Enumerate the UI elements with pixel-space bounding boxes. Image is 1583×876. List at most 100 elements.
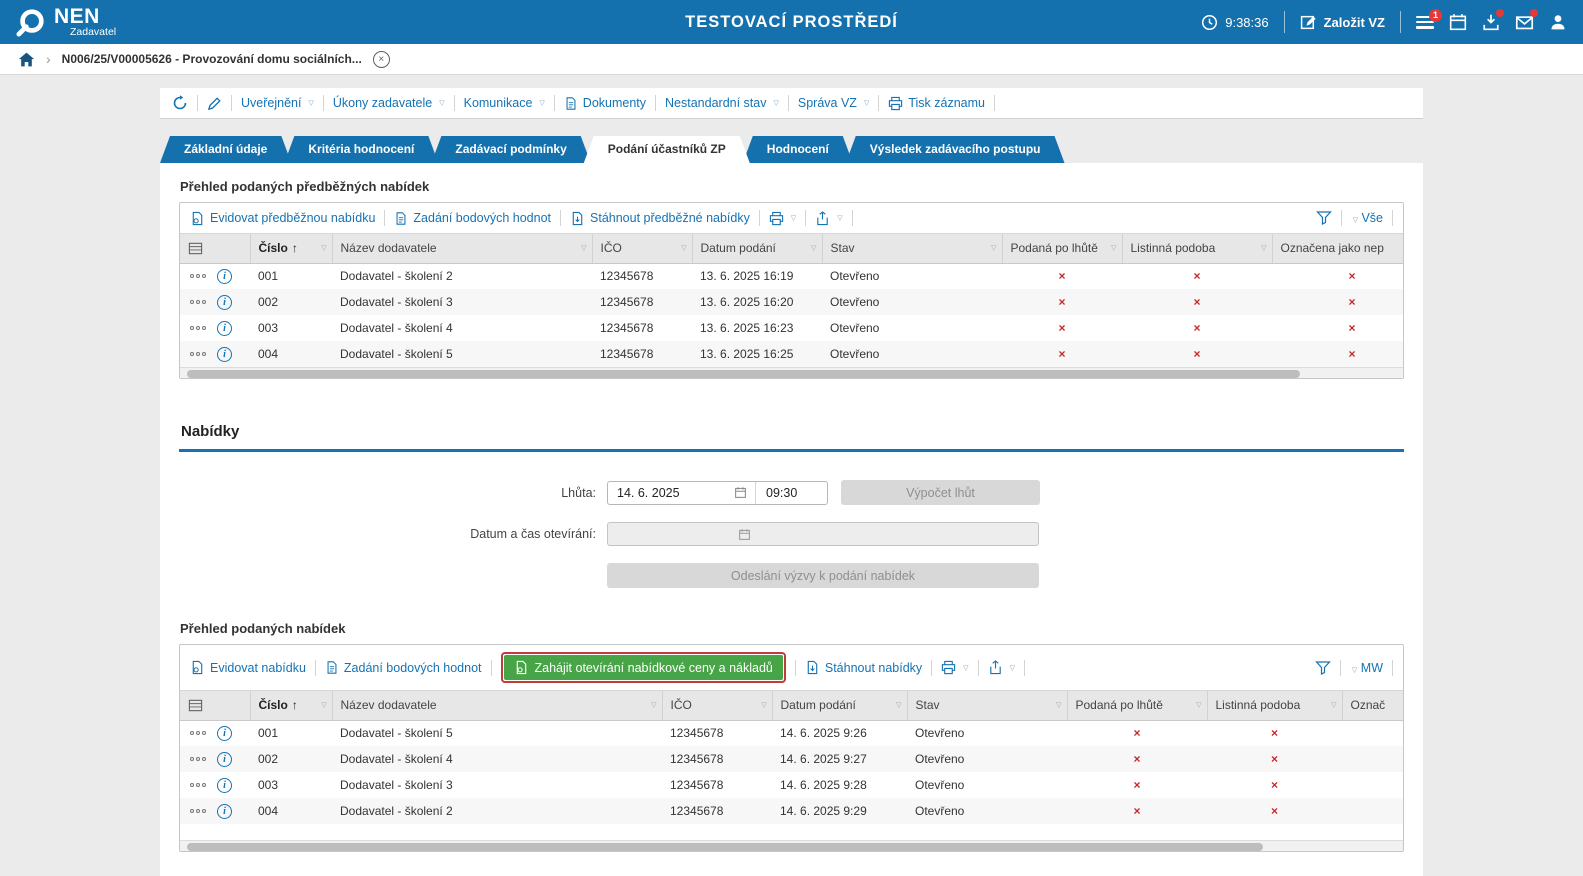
calculate-deadlines-button[interactable]: Výpočet lhůt xyxy=(841,480,1040,505)
enter-points-button[interactable]: Zadání bodových hodnot xyxy=(394,211,551,226)
column-header-oznacena[interactable]: Označ xyxy=(1341,691,1403,721)
filter-caret-icon[interactable]: ▽ xyxy=(651,701,656,709)
column-header-dodavatel[interactable]: Název dodavatele ▽ xyxy=(331,691,662,721)
table-row[interactable]: i 004 Dodavatel - školení 2 12345678 14.… xyxy=(180,798,1403,824)
tab-kriteria-hodnoceni[interactable]: Kritéria hodnocení xyxy=(284,136,438,163)
table-row[interactable]: i 003 Dodavatel - školení 4 12345678 13.… xyxy=(180,315,1403,341)
tab-vysledek-zadavaciho-postupu[interactable]: Výsledek zadávacího postupu xyxy=(846,136,1065,163)
tab-hodnoceni[interactable]: Hodnocení xyxy=(743,136,853,163)
column-header-ico[interactable]: IČO ▽ xyxy=(661,691,772,721)
table-row[interactable]: i 003 Dodavatel - školení 3 12345678 14.… xyxy=(180,772,1403,798)
info-icon[interactable]: i xyxy=(217,346,232,362)
print-grid-button[interactable]: ▽ xyxy=(941,660,969,675)
register-offer-button[interactable]: Evidovat nabídku xyxy=(190,660,306,675)
view-selector[interactable]: ▽ MW xyxy=(1350,661,1383,675)
column-header-oznacena[interactable]: Označena jako nep▽ xyxy=(1271,234,1403,264)
row-menu-icon[interactable] xyxy=(190,326,208,330)
menu-button[interactable]: 1 xyxy=(1416,8,1442,29)
menu-ukony-zadavatele[interactable]: Úkony zadavatele ▽ xyxy=(333,96,445,110)
table-row[interactable]: i 001 Dodavatel - školení 5 12345678 14.… xyxy=(180,720,1403,746)
info-icon[interactable]: i xyxy=(217,320,232,336)
home-button[interactable] xyxy=(18,51,35,68)
calendar-picker-icon[interactable] xyxy=(734,486,755,499)
row-menu-icon[interactable] xyxy=(190,809,208,813)
table-row[interactable]: i 002 Dodavatel - školení 3 12345678 13.… xyxy=(180,289,1403,315)
column-header-po-lhute[interactable]: Podaná po lhůtě ▽ xyxy=(1001,234,1122,264)
filter-caret-icon[interactable]: ▽ xyxy=(1111,244,1116,252)
column-header-stav[interactable]: Stav ▽ xyxy=(821,234,1002,264)
row-menu-icon[interactable] xyxy=(190,352,208,356)
menu-uverejneni[interactable]: Uveřejnění ▽ xyxy=(241,96,314,110)
row-menu-icon[interactable] xyxy=(190,757,208,761)
tab-zadavaci-podminky[interactable]: Zadávací podmínky xyxy=(431,136,590,163)
filter-caret-icon[interactable]: ▽ xyxy=(991,244,996,252)
column-header-ico[interactable]: IČO ▽ xyxy=(591,234,692,264)
tab-zakladni-udaje[interactable]: Základní údaje xyxy=(160,136,291,163)
downloads-button[interactable] xyxy=(1482,9,1504,31)
breadcrumb-record[interactable]: N006/25/V00005626 - Provozování domu soc… xyxy=(62,52,362,66)
column-settings-header[interactable] xyxy=(180,234,250,264)
deadline-time-value[interactable]: 09:30 xyxy=(755,481,827,504)
calendar-button[interactable] xyxy=(1449,13,1467,31)
opening-datetime-input[interactable] xyxy=(607,522,1039,546)
column-header-dodavatel[interactable]: Název dodavatele ▽ xyxy=(331,234,592,264)
table-row[interactable]: i 004 Dodavatel - školení 5 12345678 13.… xyxy=(180,341,1403,367)
enter-points-button[interactable]: Zadání bodových hodnot xyxy=(325,660,482,675)
tab-podani-ucastniku-zp[interactable]: Podání účastníků ZP xyxy=(584,136,750,163)
info-icon[interactable]: i xyxy=(217,294,232,310)
column-header-cislo[interactable]: Číslo ↑ ▽ xyxy=(249,234,332,264)
print-grid-button[interactable]: ▽ xyxy=(769,211,796,226)
info-icon[interactable]: i xyxy=(217,751,232,767)
column-header-po-lhute[interactable]: Podaná po lhůtě ▽ xyxy=(1066,691,1207,721)
row-menu-icon[interactable] xyxy=(190,274,208,279)
filter-caret-icon[interactable]: ▽ xyxy=(1331,701,1336,709)
filter-caret-icon[interactable]: ▽ xyxy=(321,244,326,252)
column-header-listinna[interactable]: Listinná podoba ▽ xyxy=(1206,691,1342,721)
row-menu-icon[interactable] xyxy=(190,731,208,736)
menu-sprava-vz[interactable]: Správa VZ ▽ xyxy=(798,96,869,110)
send-call-for-offers-button[interactable]: Odeslání výzvy k podání nabídek xyxy=(607,563,1039,588)
info-icon[interactable]: i xyxy=(217,777,232,793)
print-record-button[interactable]: Tisk záznamu xyxy=(888,96,985,111)
calendar-picker-icon[interactable] xyxy=(738,528,751,541)
menu-dokumenty[interactable]: Dokumenty xyxy=(564,96,646,111)
info-icon[interactable]: i xyxy=(217,803,232,819)
edit-button[interactable] xyxy=(207,96,222,111)
column-header-listinna[interactable]: Listinná podoba ▽ xyxy=(1121,234,1272,264)
column-header-stav[interactable]: Stav ▽ xyxy=(906,691,1067,721)
menu-nestandardni-stav[interactable]: Nestandardní stav ▽ xyxy=(665,96,779,110)
horizontal-scrollbar[interactable] xyxy=(180,840,1403,851)
filter-caret-icon[interactable]: ▽ xyxy=(896,701,901,709)
table-row[interactable]: i 002 Dodavatel - školení 4 12345678 14.… xyxy=(180,746,1403,772)
download-offers-button[interactable]: Stáhnout nabídky xyxy=(805,660,922,675)
messages-button[interactable] xyxy=(1515,8,1538,32)
scrollbar-thumb[interactable] xyxy=(187,842,1264,851)
scrollbar-thumb[interactable] xyxy=(187,369,1300,378)
create-vz-button[interactable]: Založit VZ xyxy=(1300,14,1385,31)
filter-caret-icon[interactable]: ▽ xyxy=(581,244,586,252)
row-menu-icon[interactable] xyxy=(190,783,208,787)
export-grid-button[interactable]: ▽ xyxy=(815,210,843,226)
view-selector[interactable]: ▽ Vše xyxy=(1351,211,1383,225)
table-row[interactable]: i 001 Dodavatel - školení 2 12345678 13.… xyxy=(180,263,1403,289)
filter-caret-icon[interactable]: ▽ xyxy=(761,701,766,709)
filter-caret-icon[interactable]: ▽ xyxy=(681,244,686,252)
deadline-date-value[interactable]: 14. 6. 2025 xyxy=(608,486,734,500)
start-opening-offers-button[interactable]: Zahájit otevírání nabídkové ceny a nákla… xyxy=(503,655,783,680)
menu-komunikace[interactable]: Komunikace ▽ xyxy=(464,96,545,110)
close-record-icon[interactable]: × xyxy=(372,50,390,68)
history-button[interactable] xyxy=(172,95,188,111)
horizontal-scrollbar[interactable] xyxy=(180,367,1403,378)
filter-caret-icon[interactable]: ▽ xyxy=(1056,701,1061,709)
download-prelim-offers-button[interactable]: Stáhnout předběžné nabídky xyxy=(570,211,750,226)
deadline-datetime-input[interactable]: 14. 6. 2025 09:30 xyxy=(607,480,828,505)
column-header-datum[interactable]: Datum podání ▽ xyxy=(691,234,822,264)
filter-button[interactable] xyxy=(1315,210,1332,226)
filter-caret-icon[interactable]: ▽ xyxy=(811,244,816,252)
profile-button[interactable] xyxy=(1549,13,1567,31)
info-icon[interactable]: i xyxy=(217,725,232,741)
register-prelim-offer-button[interactable]: Evidovat předběžnou nabídku xyxy=(190,211,375,226)
filter-caret-icon[interactable]: ▽ xyxy=(321,701,326,709)
column-settings-header[interactable] xyxy=(180,691,250,721)
column-header-cislo[interactable]: Číslo ↑ ▽ xyxy=(249,691,332,721)
